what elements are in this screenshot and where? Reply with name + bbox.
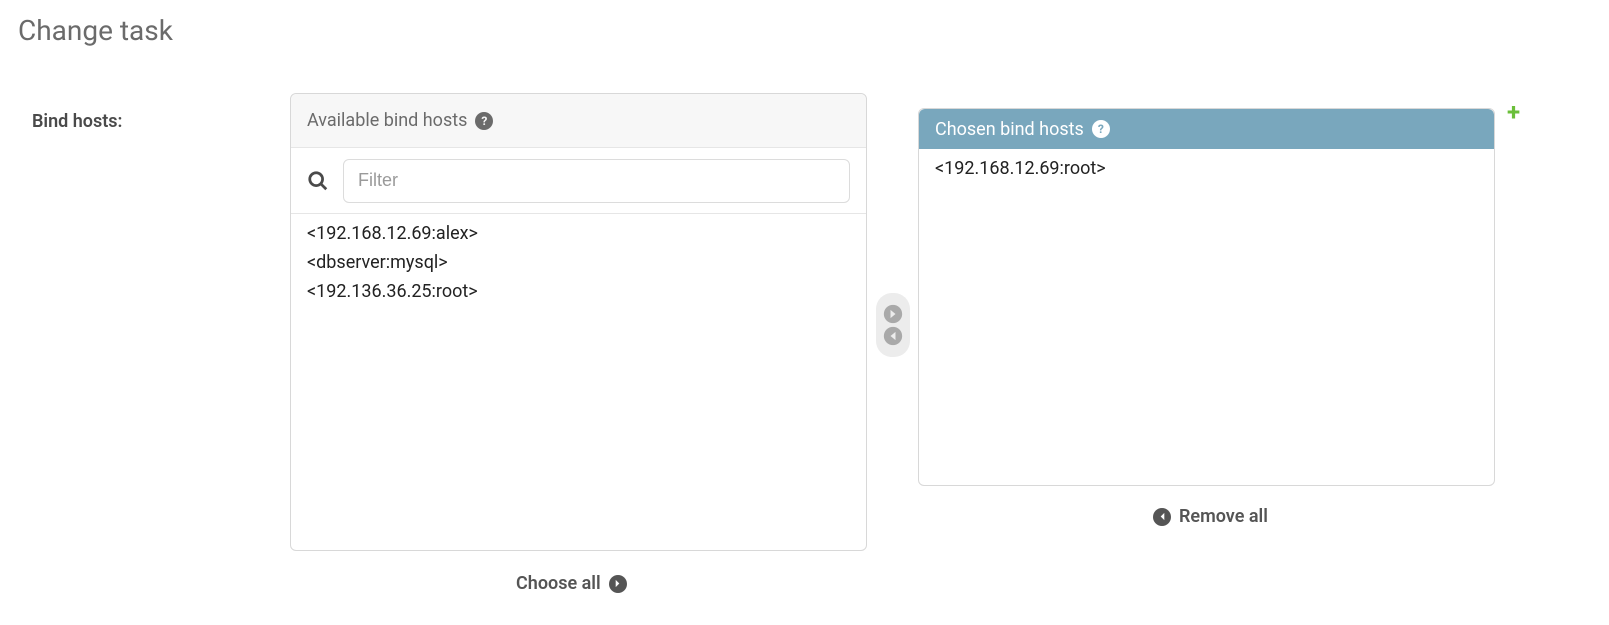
choose-all-label: Choose all: [516, 573, 601, 594]
transfer-buttons: [876, 293, 910, 357]
available-panel-header: Available bind hosts ?: [291, 94, 866, 148]
move-left-icon[interactable]: [883, 326, 903, 346]
available-hosts-panel: Available bind hosts ? <192.168.12.69:al…: [290, 93, 867, 551]
choose-all-link[interactable]: Choose all: [516, 573, 627, 594]
search-icon: [307, 170, 329, 192]
chosen-hosts-panel: Chosen bind hosts ? <192.168.12.69:root>: [918, 108, 1495, 486]
list-item[interactable]: <192.168.12.69:root>: [935, 155, 1478, 184]
chevron-left-icon: [1153, 508, 1171, 526]
filter-row: [291, 148, 866, 214]
chosen-header-text: Chosen bind hosts: [935, 119, 1084, 140]
move-right-icon[interactable]: [883, 304, 903, 324]
available-header-text: Available bind hosts: [307, 110, 467, 131]
chosen-panel-header: Chosen bind hosts ?: [919, 109, 1494, 149]
field-label: Bind hosts:: [32, 111, 122, 132]
filter-input[interactable]: [343, 159, 850, 203]
remove-all-link[interactable]: Remove all: [1153, 506, 1268, 527]
list-item[interactable]: <192.168.12.69:alex>: [307, 220, 850, 249]
available-list[interactable]: <192.168.12.69:alex> <dbserver:mysql> <1…: [291, 214, 866, 548]
help-icon[interactable]: ?: [1092, 120, 1110, 138]
list-item[interactable]: <dbserver:mysql>: [307, 249, 850, 278]
remove-all-label: Remove all: [1179, 506, 1268, 527]
add-plus-icon[interactable]: +: [1507, 98, 1520, 126]
page-title: Change task: [18, 14, 173, 47]
help-icon[interactable]: ?: [475, 112, 493, 130]
chevron-right-icon: [609, 575, 627, 593]
list-item[interactable]: <192.136.36.25:root>: [307, 278, 850, 307]
chosen-list[interactable]: <192.168.12.69:root>: [919, 149, 1494, 485]
